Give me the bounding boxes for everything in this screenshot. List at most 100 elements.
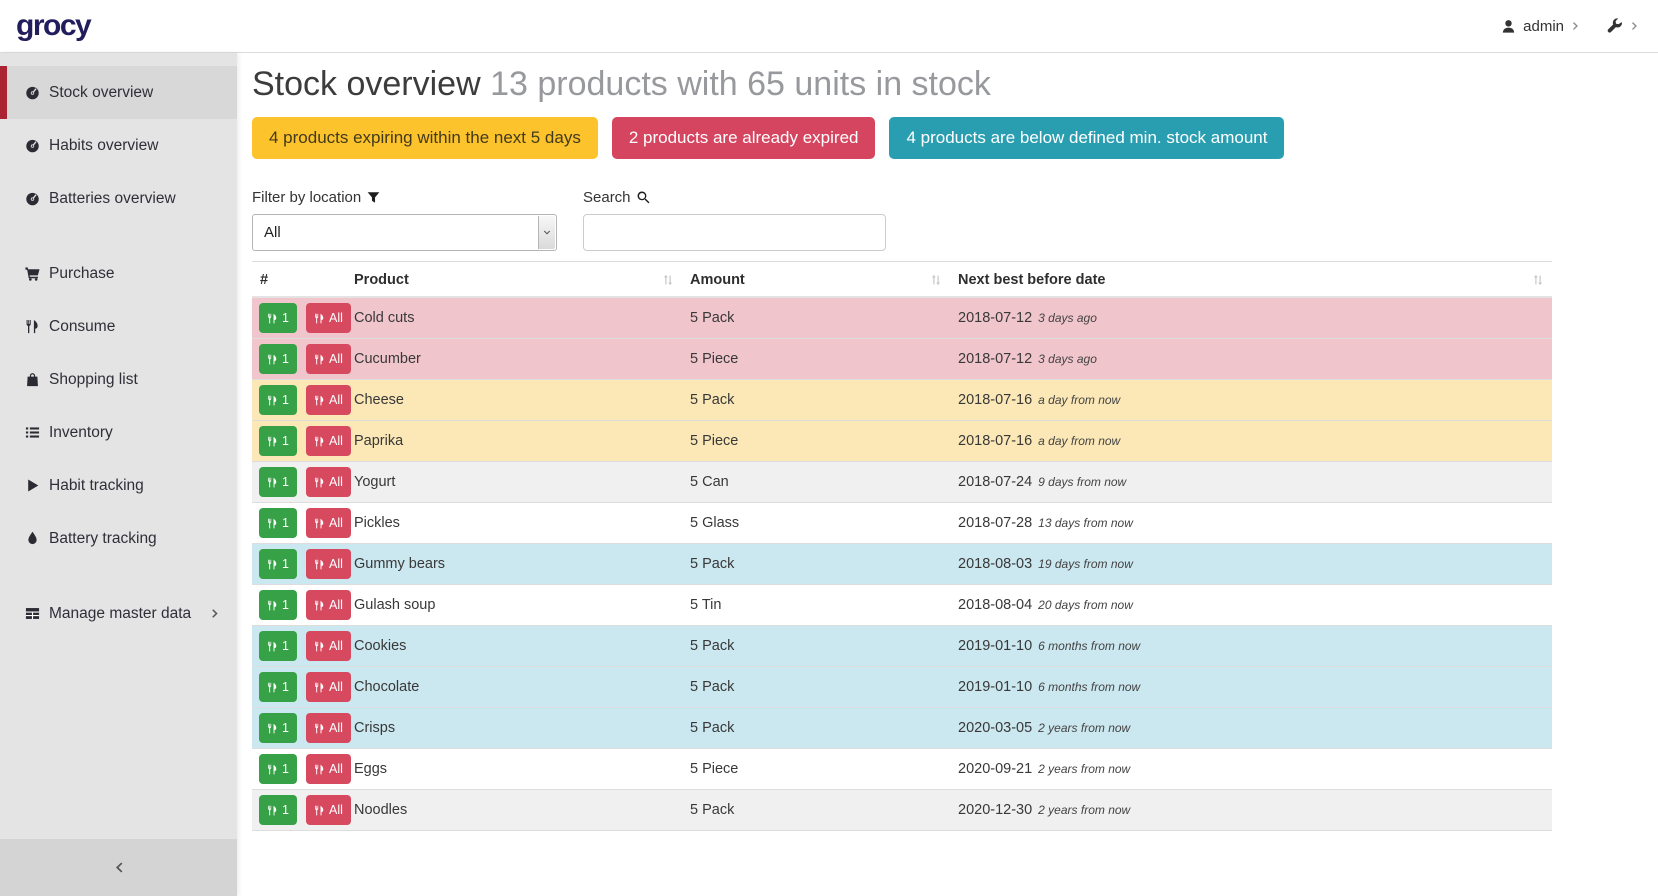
amount: 5 Pack bbox=[690, 556, 734, 572]
consume-all-button[interactable]: All bbox=[306, 344, 351, 374]
sort-icon[interactable] bbox=[930, 274, 942, 286]
location-filter-select[interactable]: All bbox=[252, 214, 557, 251]
product-name: Gummy bears bbox=[354, 556, 445, 572]
sidebar-item-inventory[interactable]: Inventory bbox=[0, 406, 237, 459]
sidebar-item-habit-tracking[interactable]: Habit tracking bbox=[0, 459, 237, 512]
best-before-relative: 19 days from now bbox=[1038, 557, 1133, 571]
consume-one-button[interactable]: 1 bbox=[259, 385, 297, 415]
amount: 5 Pack bbox=[690, 310, 734, 326]
search-input[interactable] bbox=[583, 214, 886, 251]
consume-all-button[interactable]: All bbox=[306, 631, 351, 661]
best-before-relative: 2 years from now bbox=[1038, 803, 1130, 817]
sidebar-item-consume[interactable]: Consume bbox=[0, 300, 237, 353]
location-filter-label-text: Filter by location bbox=[252, 189, 361, 206]
table-header-row: # Product Amount Next best before date bbox=[252, 262, 1552, 298]
sort-icon[interactable] bbox=[1532, 274, 1544, 286]
consume-one-button[interactable]: 1 bbox=[259, 631, 297, 661]
consume-all-button[interactable]: All bbox=[306, 713, 351, 743]
table-row: 1 All Crisps 5 Pack 2020-03-052 years fr… bbox=[252, 708, 1552, 749]
best-before-date: 2020-03-05 bbox=[958, 720, 1032, 736]
app-logo[interactable]: grocy bbox=[16, 9, 90, 43]
consume-all-button[interactable]: All bbox=[306, 549, 351, 579]
product-name: Yogurt bbox=[354, 474, 395, 490]
sidebar-item-stock-overview[interactable]: Stock overview bbox=[0, 66, 237, 119]
consume-one-button[interactable]: 1 bbox=[259, 344, 297, 374]
product-name: Paprika bbox=[354, 433, 403, 449]
best-before-relative: 9 days from now bbox=[1038, 475, 1126, 489]
amount: 5 Piece bbox=[690, 761, 738, 777]
best-before-date: 2019-01-10 bbox=[958, 638, 1032, 654]
product-name: Cucumber bbox=[354, 351, 421, 367]
utensils-icon bbox=[314, 600, 325, 611]
utensils-icon bbox=[314, 313, 325, 324]
sidebar-item-battery-tracking[interactable]: Battery tracking bbox=[0, 512, 237, 565]
sidebar-item-shopping-list[interactable]: Shopping list bbox=[0, 353, 237, 406]
column-product[interactable]: Product bbox=[346, 262, 682, 298]
consume-one-button[interactable]: 1 bbox=[259, 508, 297, 538]
best-before-relative: 3 days ago bbox=[1038, 311, 1097, 325]
user-menu[interactable]: admin bbox=[1501, 18, 1581, 35]
settings-menu[interactable] bbox=[1607, 18, 1640, 34]
sidebar-item-habits-overview[interactable]: Habits overview bbox=[0, 119, 237, 172]
consume-one-button[interactable]: 1 bbox=[259, 672, 297, 702]
best-before-date: 2019-01-10 bbox=[958, 679, 1032, 695]
consume-all-button[interactable]: All bbox=[306, 795, 351, 825]
consume-one-button[interactable]: 1 bbox=[259, 590, 297, 620]
best-before-date: 2018-07-12 bbox=[958, 310, 1032, 326]
consume-one-button[interactable]: 1 bbox=[259, 549, 297, 579]
chevron-left-icon bbox=[112, 861, 125, 874]
table-row: 1 All Cookies 5 Pack 2019-01-106 months … bbox=[252, 626, 1552, 667]
utensils-icon bbox=[267, 641, 278, 652]
utensils-icon bbox=[267, 518, 278, 529]
consume-all-button[interactable]: All bbox=[306, 426, 351, 456]
consume-all-button[interactable]: All bbox=[306, 672, 351, 702]
consume-all-button[interactable]: All bbox=[306, 508, 351, 538]
table-icon bbox=[23, 606, 41, 621]
consume-all-button[interactable]: All bbox=[306, 590, 351, 620]
consume-one-button[interactable]: 1 bbox=[259, 754, 297, 784]
location-filter: Filter by location All bbox=[252, 189, 557, 251]
status-badge: 4 products expiring within the next 5 da… bbox=[252, 117, 598, 159]
consume-all-button[interactable]: All bbox=[306, 303, 351, 333]
product-name: Gulash soup bbox=[354, 597, 435, 613]
drop-icon bbox=[23, 531, 41, 546]
sidebar-item-purchase[interactable]: Purchase bbox=[0, 247, 237, 300]
utensils-icon bbox=[314, 723, 325, 734]
consume-all-button[interactable]: All bbox=[306, 385, 351, 415]
amount: 5 Pack bbox=[690, 638, 734, 654]
utensils-icon bbox=[267, 395, 278, 406]
amount: 5 Pack bbox=[690, 679, 734, 695]
amount: 5 Pack bbox=[690, 802, 734, 818]
amount: 5 Piece bbox=[690, 433, 738, 449]
sidebar-item-manage-master-data[interactable]: Manage master data bbox=[0, 587, 237, 640]
consume-one-button[interactable]: 1 bbox=[259, 467, 297, 497]
utensils-icon bbox=[23, 319, 41, 334]
consume-one-button[interactable]: 1 bbox=[259, 713, 297, 743]
best-before-relative: 3 days ago bbox=[1038, 352, 1097, 366]
cart-icon bbox=[23, 266, 41, 281]
sidebar: Stock overview Habits overview Batteries… bbox=[0, 53, 237, 896]
consume-all-button[interactable]: All bbox=[306, 467, 351, 497]
column-amount[interactable]: Amount bbox=[682, 262, 950, 298]
location-filter-value: All bbox=[264, 224, 281, 241]
sort-icon[interactable] bbox=[662, 274, 674, 286]
sidebar-item-batteries-overview[interactable]: Batteries overview bbox=[0, 172, 237, 225]
consume-all-button[interactable]: All bbox=[306, 754, 351, 784]
sidebar-collapse-button[interactable] bbox=[0, 839, 237, 896]
product-name: Cookies bbox=[354, 638, 406, 654]
consume-one-button[interactable]: 1 bbox=[259, 426, 297, 456]
utensils-icon bbox=[267, 805, 278, 816]
best-before-date: 2018-08-04 bbox=[958, 597, 1032, 613]
column-next-best-before-date[interactable]: Next best before date bbox=[950, 262, 1552, 298]
product-name: Crisps bbox=[354, 720, 395, 736]
consume-one-button[interactable]: 1 bbox=[259, 303, 297, 333]
utensils-icon bbox=[314, 559, 325, 570]
product-name: Noodles bbox=[354, 802, 407, 818]
utensils-icon bbox=[267, 477, 278, 488]
product-name: Pickles bbox=[354, 515, 400, 531]
search-icon bbox=[637, 191, 650, 204]
utensils-icon bbox=[267, 723, 278, 734]
list-icon bbox=[23, 425, 41, 440]
consume-one-button[interactable]: 1 bbox=[259, 795, 297, 825]
utensils-icon bbox=[314, 682, 325, 693]
